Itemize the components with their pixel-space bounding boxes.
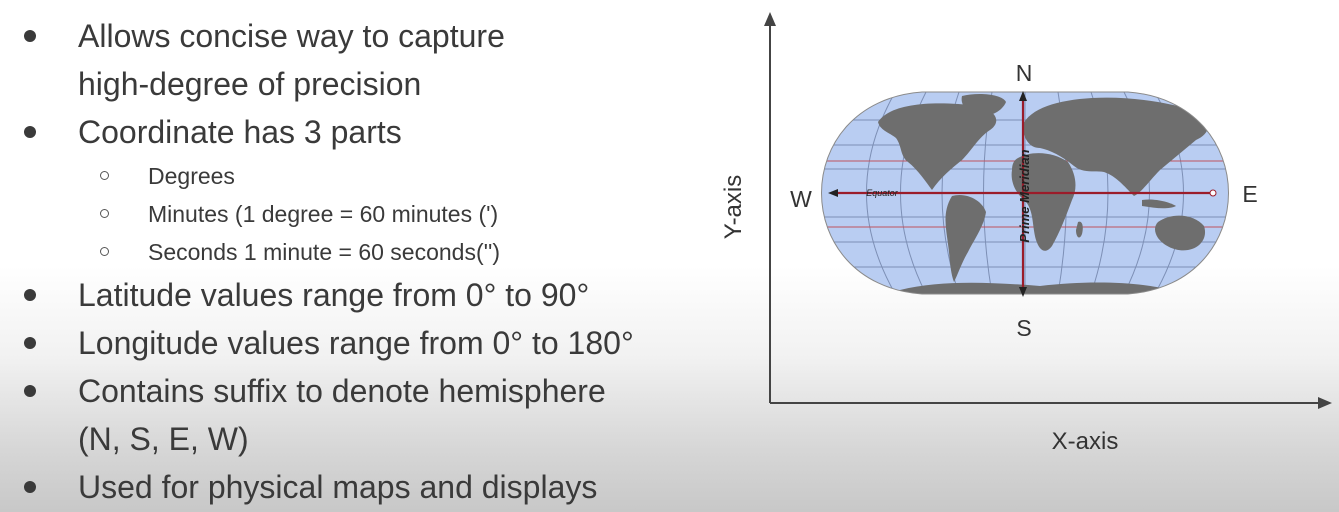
north-label: N — [1016, 60, 1033, 86]
sub-bullet-ring — [100, 171, 109, 180]
equator-east-endpoint — [1209, 189, 1217, 197]
y-axis-label: Y-axis — [720, 175, 747, 239]
bullet-dot — [24, 289, 36, 301]
south-label: S — [1016, 315, 1031, 341]
coordinate-diagram: Y-axis X-axis Equator Prime Meridian N S… — [720, 12, 1332, 455]
bullet-text: (N, S, E, W) — [78, 421, 249, 457]
x-axis-arrowhead — [1318, 397, 1332, 409]
sub-bullet-ring — [100, 209, 109, 218]
bullet-text: Used for physical maps and displays — [78, 469, 598, 505]
y-axis-arrowhead — [764, 12, 776, 26]
bullet-text: Latitude values range from 0° to 90° — [78, 277, 590, 313]
sub-bullet-text: Minutes (1 degree = 60 minutes (') — [148, 201, 499, 227]
bullet-text: Contains suffix to denote hemisphere — [78, 373, 606, 409]
bullet-dot — [24, 385, 36, 397]
prime-meridian-label: Prime Meridian — [1017, 149, 1032, 242]
sub-bullet-text: Seconds 1 minute = 60 seconds('') — [148, 239, 501, 265]
bullet-dot — [24, 126, 36, 138]
bullet-list: Allows concise way to capture high-degre… — [0, 0, 720, 512]
west-label: W — [790, 186, 812, 212]
equator-label: Equator — [866, 188, 899, 198]
bullet-text: Longitude values range from 0° to 180° — [78, 325, 634, 361]
x-axis-label: X-axis — [1052, 428, 1119, 455]
bullet-dot — [24, 337, 36, 349]
bullet-text: Allows concise way to capture — [78, 18, 505, 54]
bullet-text: Coordinate has 3 parts — [78, 114, 402, 150]
east-label: E — [1242, 181, 1257, 207]
bullet-dot — [24, 481, 36, 493]
bullet-dot — [24, 30, 36, 42]
sub-bullet-text: Degrees — [148, 163, 235, 189]
bullet-text: high-degree of precision — [78, 66, 422, 102]
sub-bullet-ring — [100, 247, 109, 256]
